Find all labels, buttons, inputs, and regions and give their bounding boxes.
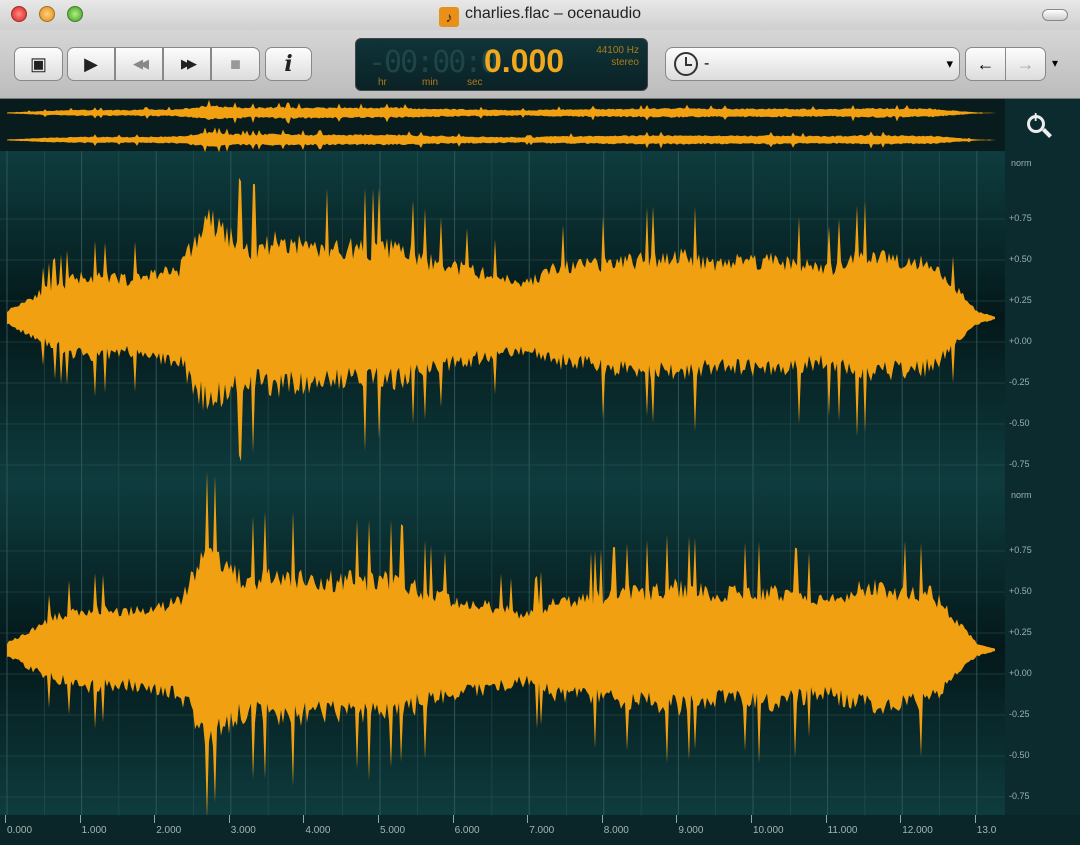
time-axis-tick — [900, 815, 902, 823]
rewind-icon: ◀◀ — [133, 56, 149, 71]
time-axis-label: 5.000 — [380, 825, 406, 836]
time-axis-tick — [825, 815, 827, 823]
play-in-box-icon: ▣ — [29, 53, 47, 74]
window-title: ♪ charlies.flac – ocenaudio — [0, 5, 1080, 27]
ruler-tick: +0.00 — [1009, 668, 1032, 678]
time-display-value: 0.000 — [484, 43, 565, 79]
time-axis-tick — [154, 815, 156, 823]
ruler-tick: +0.25 — [1009, 295, 1032, 305]
ruler-tick: +0.25 — [1009, 627, 1032, 637]
toolbar-toggle-button[interactable] — [1042, 9, 1068, 21]
time-axis-tick — [228, 815, 230, 823]
time-display-inactive-digits: -00:00:0 — [368, 45, 498, 80]
toolbar-menu-chevron-icon[interactable]: ▾ — [1052, 56, 1058, 70]
ruler-tick: +0.75 — [1009, 213, 1032, 223]
ruler-tick: +0.50 — [1009, 586, 1032, 596]
time-axis-label: 13.0 — [976, 825, 997, 836]
ruler-tick: -0.75 — [1009, 459, 1030, 469]
time-axis-label: 0.000 — [7, 825, 33, 836]
rewind-button[interactable]: ◀◀ — [115, 47, 163, 81]
ruler-norm-label: norm — [1011, 490, 1032, 500]
format-info: 44100 Hz stereo — [596, 45, 639, 69]
time-axis-tick — [452, 815, 454, 823]
time-axis-tick — [79, 815, 81, 823]
ruler-tick: +0.50 — [1009, 254, 1032, 264]
time-axis-label: 9.000 — [678, 825, 704, 836]
ruler-tick: -0.25 — [1009, 377, 1030, 387]
play-button[interactable]: ▶ — [67, 47, 115, 81]
time-axis-label: 6.000 — [454, 825, 480, 836]
chevron-down-icon: ▾ — [946, 56, 953, 71]
stop-icon: ■ — [230, 53, 241, 74]
ruler-norm-label: norm — [1011, 158, 1032, 168]
hr-label: hr — [378, 77, 387, 88]
amplitude-ruler: + norm +0.75 +0.50 +0.25 +0.00 -0.25 -0.50 -0.7… — [1005, 99, 1080, 815]
time-axis-tick — [676, 815, 678, 823]
fast-forward-button[interactable]: ▶▶ — [163, 47, 211, 81]
time-axis-label: 4.000 — [305, 825, 331, 836]
time-axis-label: 11.000 — [827, 825, 858, 836]
clock-icon — [674, 52, 698, 76]
time-axis-tick — [5, 815, 6, 823]
back-button[interactable]: ← — [965, 47, 1006, 81]
ruler-tick: -0.50 — [1009, 418, 1030, 428]
time-axis-label: 7.000 — [529, 825, 555, 836]
time-axis-tick — [527, 815, 529, 823]
ruler-tick: -0.75 — [1009, 791, 1030, 801]
sample-rate: 44100 Hz — [596, 45, 639, 56]
zoom-in-icon[interactable]: + — [1025, 109, 1053, 141]
toolbar: ▣ ▶ ◀◀ ▶▶ ■ i -00:00:0 0.000 hr min sec … — [0, 30, 1080, 99]
title-bar: ♪ charlies.flac – ocenaudio — [0, 0, 1080, 30]
time-axis-tick — [303, 815, 305, 823]
time-axis-tick — [751, 815, 752, 823]
time-axis-label: 2.000 — [156, 825, 182, 836]
channel-mode: stereo — [611, 57, 639, 68]
ruler-tick: -0.50 — [1009, 750, 1030, 760]
history-combobox[interactable]: - ▾ — [665, 47, 960, 81]
arrow-left-icon: ← — [976, 53, 995, 74]
time-axis-tick — [601, 815, 603, 823]
waveform-area[interactable] — [0, 99, 1080, 845]
time-axis-label: 10.000 — [753, 825, 784, 836]
sec-label: sec — [467, 77, 483, 88]
play-icon: ▶ — [84, 53, 98, 74]
play-selection-button[interactable]: ▣ — [14, 47, 63, 81]
time-axis-label: 12.000 — [902, 825, 933, 836]
info-button[interactable]: i — [265, 47, 312, 81]
waveform-canvas[interactable] — [0, 99, 1005, 815]
forward-button[interactable]: → — [1005, 47, 1046, 81]
time-axis: 0.000 1.000 2.000 3.000 4.000 5.000 6.000 7.000… — [0, 815, 1080, 845]
time-axis-label: 3.000 — [230, 825, 256, 836]
time-axis-label: 8.000 — [603, 825, 629, 836]
arrow-right-icon: → — [1016, 53, 1035, 74]
info-icon: i — [284, 51, 293, 77]
time-axis-label: 1.000 — [81, 825, 107, 836]
stop-button[interactable]: ■ — [211, 47, 260, 81]
time-axis-tick — [378, 815, 379, 823]
ruler-tick: -0.25 — [1009, 709, 1030, 719]
fast-forward-icon: ▶▶ — [181, 56, 197, 71]
time-axis-tick — [974, 815, 976, 823]
ruler-tick: +0.00 — [1009, 336, 1032, 346]
time-display: -00:00:0 0.000 hr min sec 44100 Hz stereo — [355, 38, 648, 91]
ruler-tick: +0.75 — [1009, 545, 1032, 555]
min-label: min — [422, 77, 439, 88]
history-value: - — [704, 55, 710, 72]
music-note-icon: ♪ — [438, 7, 459, 27]
